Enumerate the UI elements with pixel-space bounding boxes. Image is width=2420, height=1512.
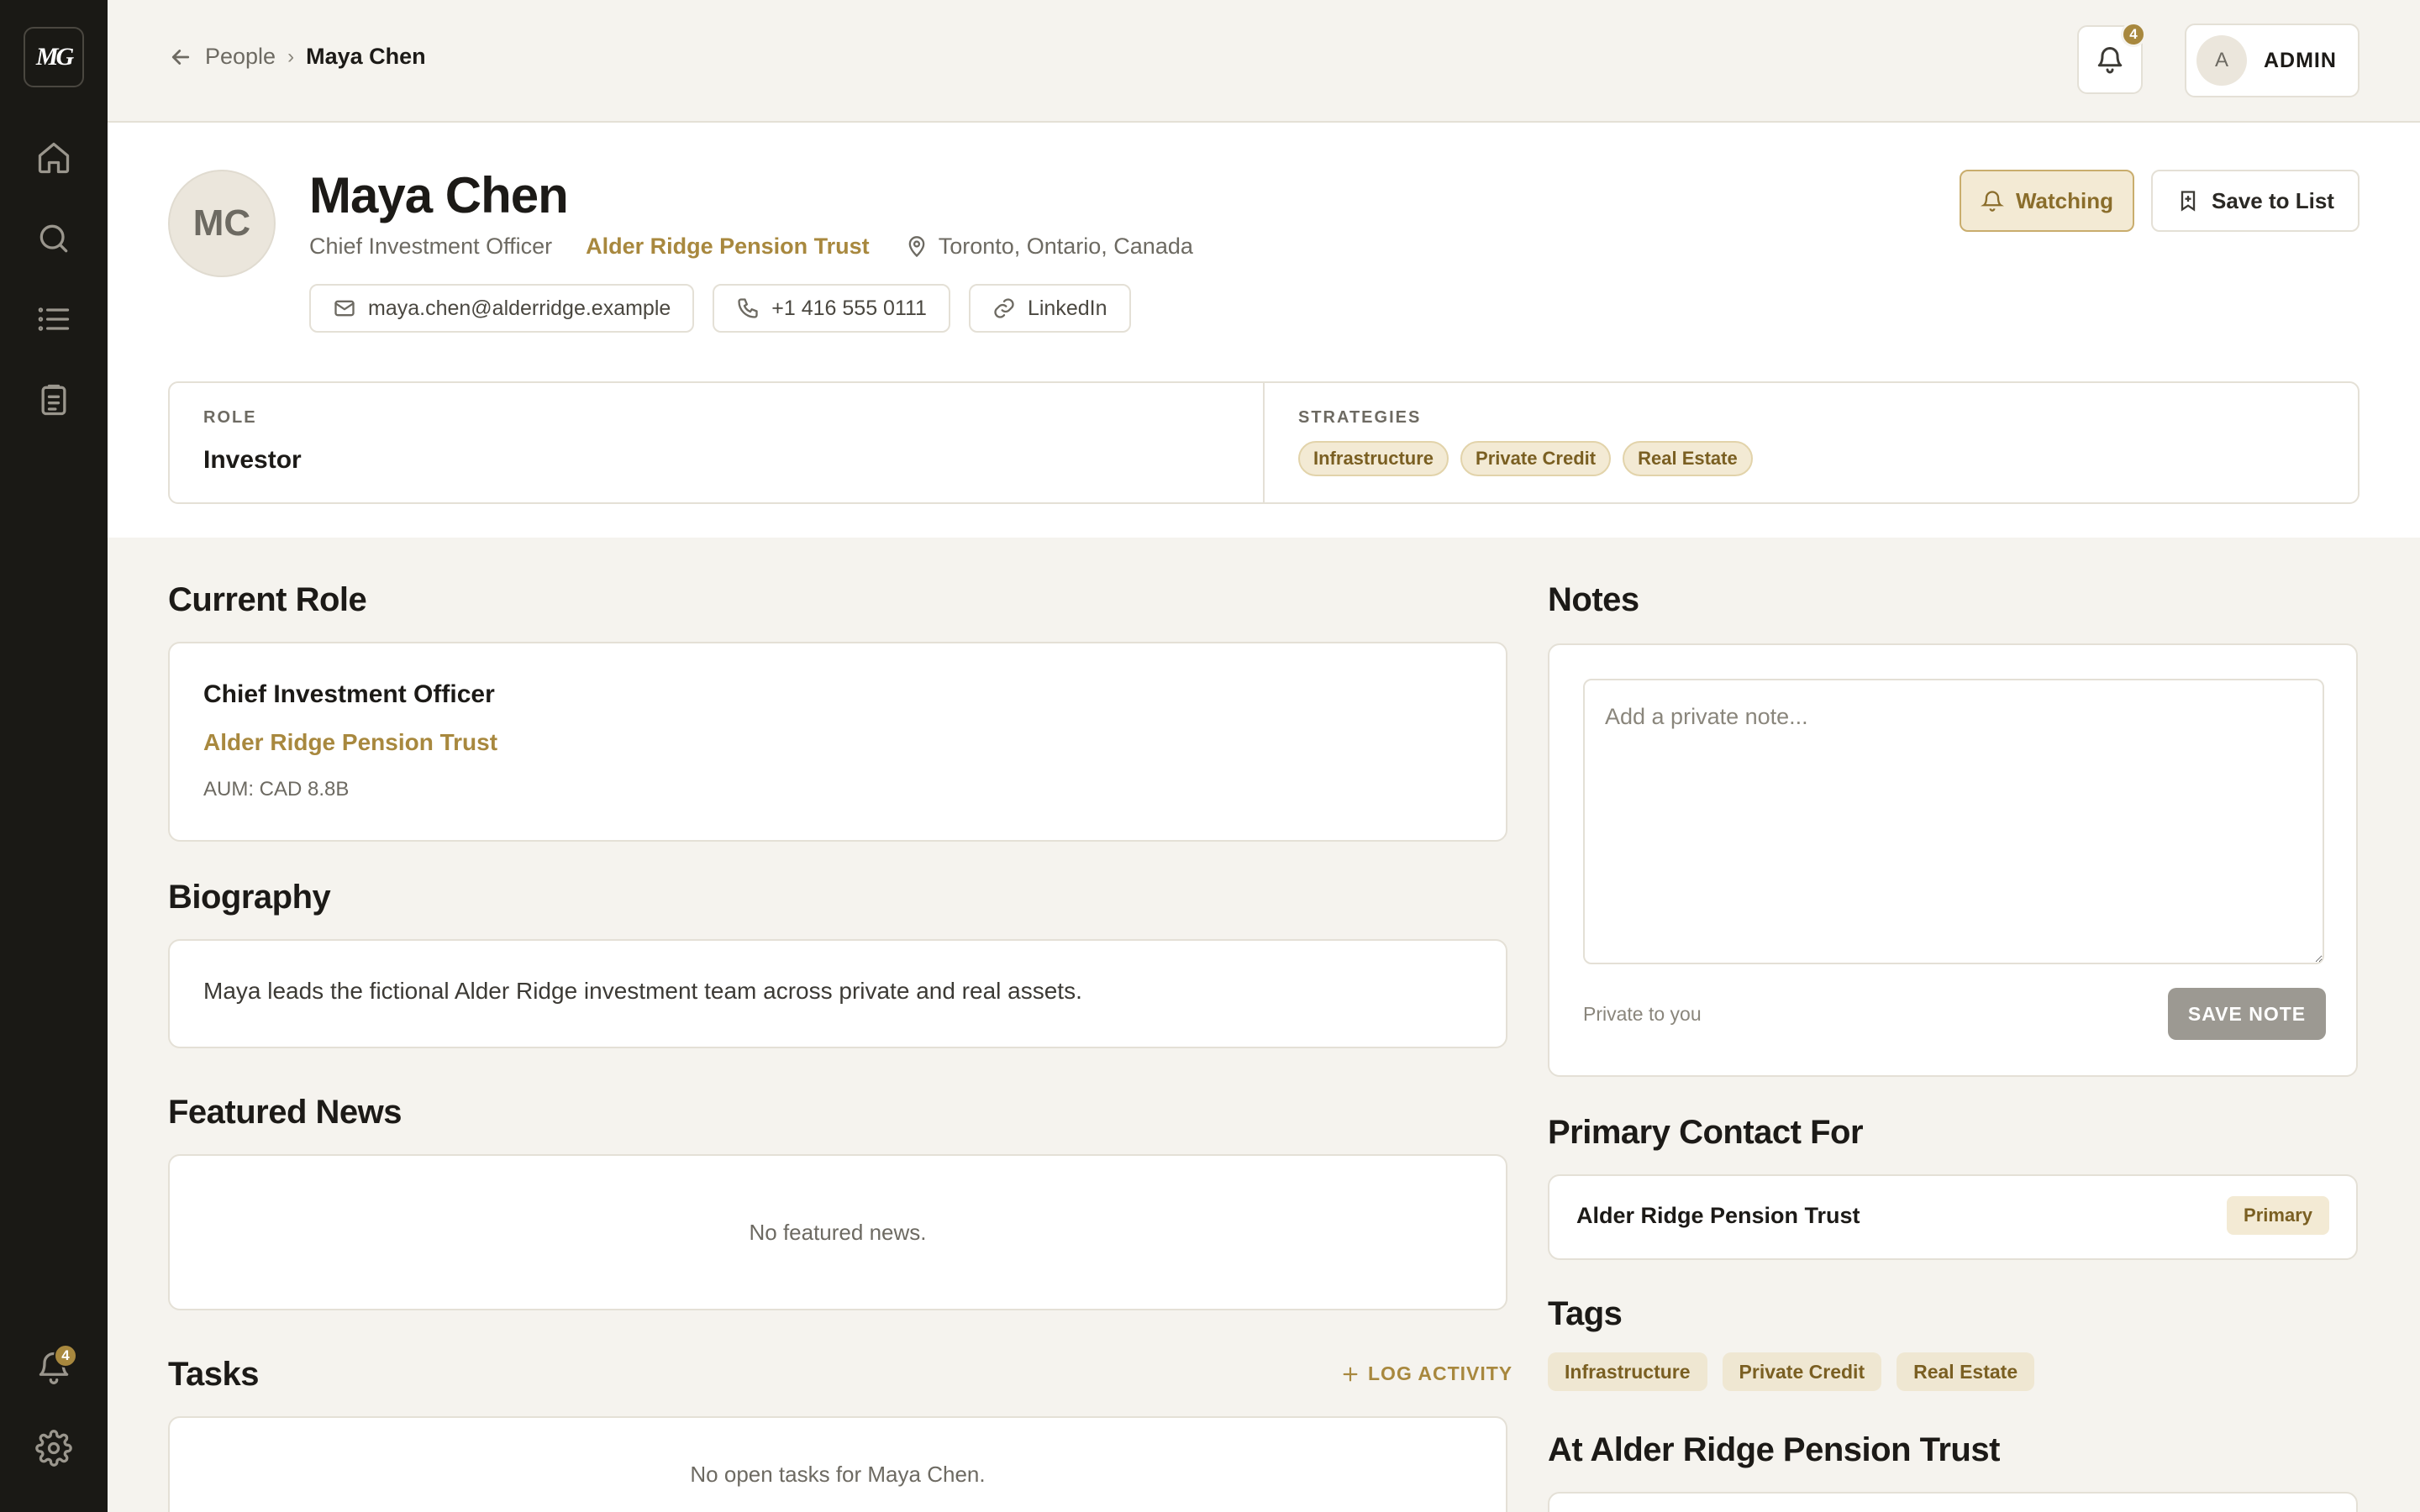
app-logo[interactable]: MG <box>24 27 84 87</box>
watching-label: Watching <box>2015 187 2114 213</box>
private-note-input[interactable] <box>1583 679 2324 964</box>
tag-list: Infrastructure Private Credit Real Estat… <box>1548 1352 2035 1391</box>
biography-heading: Biography <box>168 879 331 916</box>
strategy-pill: Infrastructure <box>1298 441 1449 476</box>
mail-icon <box>334 300 355 317</box>
note-privacy-text: Private to you <box>1583 1003 1702 1025</box>
search-icon <box>39 224 68 253</box>
profile-meta: Chief Investment Officer Alder Ridge Pen… <box>309 234 1193 260</box>
notification-count-badge: 4 <box>54 1344 77 1368</box>
strategy-pill: Real Estate <box>1623 441 1753 476</box>
page-title: Maya Chen <box>309 167 569 223</box>
tags-heading: Tags <box>1548 1295 1623 1332</box>
link-icon <box>994 298 1014 318</box>
tasks-card: No open tasks for Maya Chen. <box>168 1416 1507 1512</box>
sidebar-notifications[interactable]: 4 <box>29 1342 79 1393</box>
save-note-button[interactable]: SAVE NOTE <box>2168 988 2326 1040</box>
breadcrumb-people-link[interactable]: People <box>205 44 276 70</box>
profile-job-title: Chief Investment Officer <box>309 234 553 259</box>
at-organization-heading: At Alder Ridge Pension Trust <box>1548 1431 2000 1468</box>
topbar: People › Maya Chen 4 A ADMIN <box>108 0 2420 123</box>
featured-news-heading: Featured News <box>168 1094 402 1131</box>
biography-card: Maya leads the fictional Alder Ridge inv… <box>168 939 1507 1048</box>
tag-item[interactable]: Private Credit <box>1722 1352 1882 1391</box>
primary-contact-card[interactable]: Alder Ridge Pension Trust Primary <box>1548 1174 2358 1260</box>
phone-chip[interactable]: +1 416 555 0111 <box>713 284 950 333</box>
sidebar-item-home[interactable] <box>29 133 79 183</box>
gear-icon <box>35 1430 72 1467</box>
featured-news-empty: No featured news. <box>749 1220 927 1245</box>
breadcrumb-separator: › <box>287 45 295 68</box>
log-activity-button[interactable]: LOG ACTIVITY <box>1341 1362 1512 1385</box>
strategy-pill: Private Credit <box>1460 441 1612 476</box>
strategies-summary: STRATEGIES Infrastructure Private Credit… <box>1263 383 2358 502</box>
avatar: A <box>2196 35 2247 86</box>
profile-summary: ROLE Investor STRATEGIES Infrastructure … <box>168 381 2360 504</box>
profile-location: Toronto, Ontario, Canada <box>905 234 1193 260</box>
notes-heading: Notes <box>1548 581 1639 618</box>
breadcrumb-current: Maya Chen <box>306 44 426 69</box>
back-arrow-icon[interactable] <box>168 45 193 70</box>
profile-avatar: MC <box>168 170 276 277</box>
current-role-title: Chief Investment Officer <box>203 680 495 708</box>
phone-text: +1 416 555 0111 <box>771 296 927 320</box>
profile-header: MC Maya Chen Chief Investment Officer Al… <box>108 123 2420 538</box>
role-summary: ROLE Investor <box>170 383 1263 502</box>
notifications-button[interactable]: 4 <box>2077 22 2146 94</box>
linkedin-chip[interactable]: LinkedIn <box>968 284 1131 333</box>
watching-button[interactable]: Watching <box>1960 170 2134 232</box>
location-pin-icon <box>908 235 925 257</box>
user-menu-button[interactable]: A ADMIN <box>2185 24 2360 97</box>
sidebar: MG 4 <box>0 0 108 1512</box>
at-organization-card <box>1548 1492 2358 1512</box>
tasks-heading: Tasks <box>168 1356 259 1393</box>
current-role-aum: AUM: CAD 8.8B <box>203 778 350 801</box>
sidebar-settings[interactable] <box>29 1423 79 1473</box>
role-label: ROLE <box>203 408 257 427</box>
profile-organization-link[interactable]: Alder Ridge Pension Trust <box>586 234 870 260</box>
user-name-label: ADMIN <box>2264 48 2337 72</box>
list-icon <box>38 307 70 331</box>
primary-contact-organization[interactable]: Alder Ridge Pension Trust <box>1576 1203 1860 1229</box>
email-chip[interactable]: maya.chen@alderridge.example <box>309 284 695 333</box>
home-icon <box>38 142 70 174</box>
notification-count-badge: 4 <box>2121 22 2146 47</box>
current-role-organization-link[interactable]: Alder Ridge Pension Trust <box>203 729 497 756</box>
breadcrumb: People › Maya Chen <box>168 44 426 70</box>
clipboard-icon <box>41 384 66 416</box>
bell-icon <box>2097 47 2123 74</box>
sidebar-item-tasks[interactable] <box>29 375 79 425</box>
phone-icon <box>738 298 758 318</box>
primary-contact-heading: Primary Contact For <box>1548 1114 1864 1151</box>
role-value: Investor <box>203 446 302 474</box>
sidebar-item-list[interactable] <box>29 294 79 344</box>
biography-text: Maya leads the fictional Alder Ridge inv… <box>203 978 1082 1004</box>
strategy-pills: Infrastructure Private Credit Real Estat… <box>1298 441 2324 476</box>
sidebar-item-search[interactable] <box>29 213 79 264</box>
linkedin-text: LinkedIn <box>1027 296 1107 320</box>
notes-card: Private to you SAVE NOTE <box>1548 643 2358 1077</box>
save-to-list-label: Save to List <box>2212 187 2334 213</box>
primary-badge: Primary <box>2227 1196 2329 1235</box>
save-to-list-button[interactable]: Save to List <box>2151 170 2360 232</box>
featured-news-card: No featured news. <box>168 1154 1507 1310</box>
current-role-card: Chief Investment Officer Alder Ridge Pen… <box>168 642 1507 842</box>
tasks-empty: No open tasks for Maya Chen. <box>690 1462 986 1487</box>
bell-icon <box>1980 191 2004 212</box>
tag-item[interactable]: Real Estate <box>1897 1352 2035 1391</box>
tag-item[interactable]: Infrastructure <box>1548 1352 1707 1391</box>
location-text: Toronto, Ontario, Canada <box>938 234 1193 259</box>
contact-chips: maya.chen@alderridge.example +1 416 555 … <box>309 284 1131 333</box>
log-activity-label: LOG ACTIVITY <box>1368 1362 1513 1384</box>
current-role-heading: Current Role <box>168 581 367 618</box>
email-text: maya.chen@alderridge.example <box>368 296 671 320</box>
strategies-label: STRATEGIES <box>1298 408 1422 427</box>
bookmark-plus-icon <box>2181 191 2196 212</box>
plus-icon <box>1343 1367 1358 1381</box>
